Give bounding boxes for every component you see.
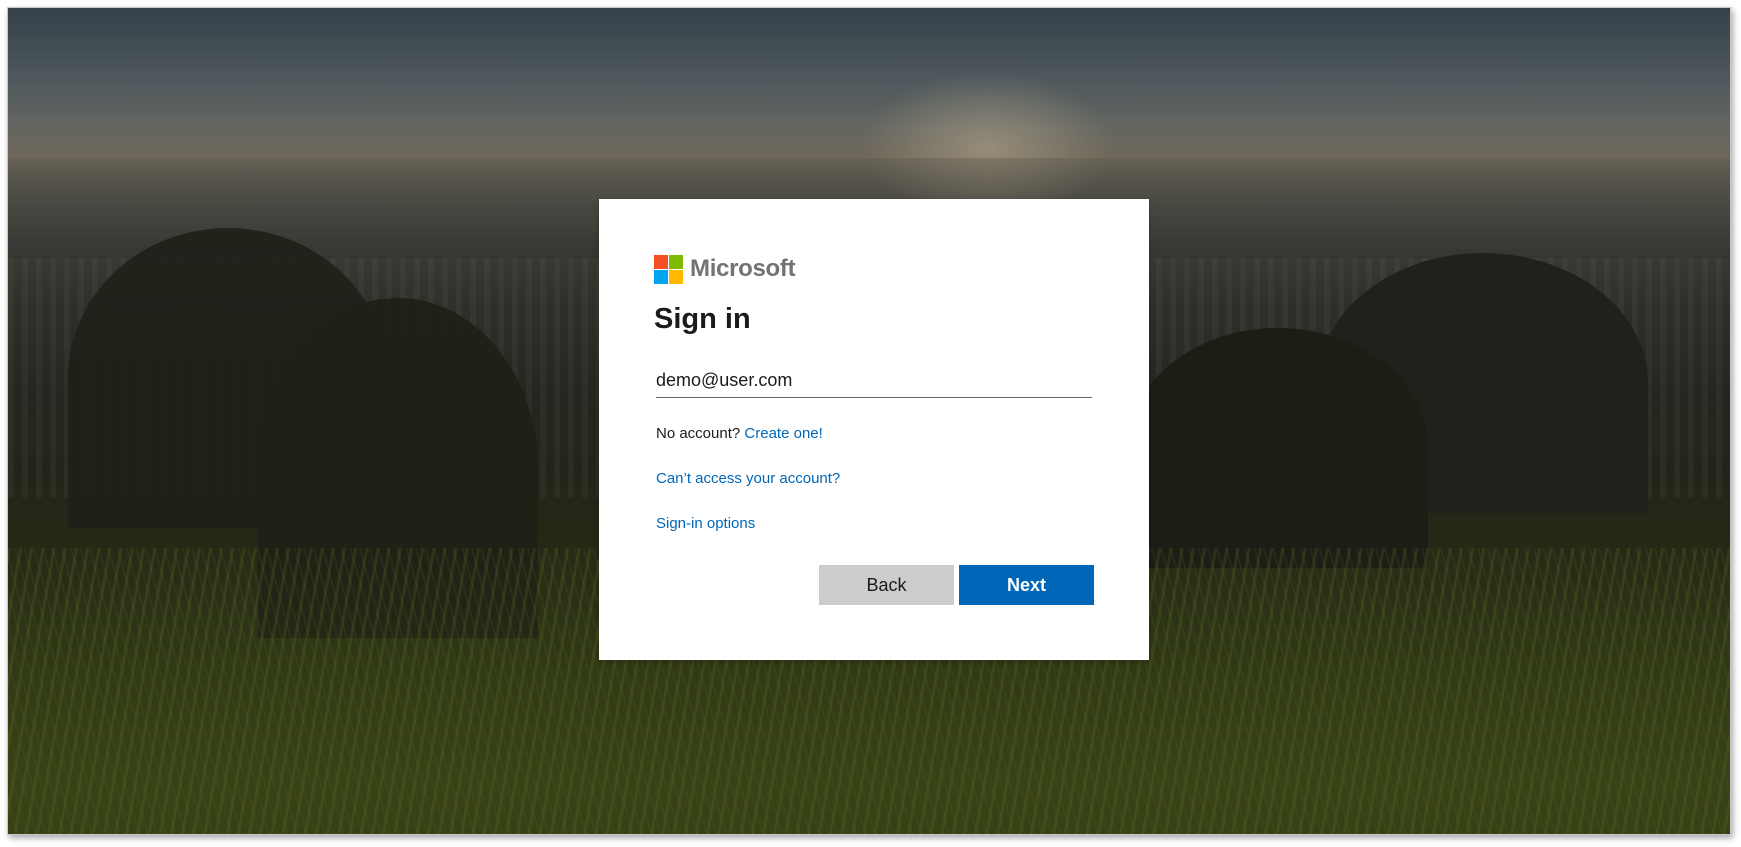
no-account-row: No account? Create one! [656,425,823,442]
logo-square-blue [654,269,668,284]
logo-text: Microsoft [690,255,796,282]
signin-card: Microsoft Sign in No account? Create one… [599,199,1149,660]
cant-access-row: Can’t access your account? [656,470,840,487]
email-field[interactable] [656,363,1092,398]
signin-options-link[interactable]: Sign-in options [656,515,755,532]
no-account-text: No account? [656,425,741,442]
page-title: Sign in [654,303,751,335]
microsoft-logo: Microsoft [654,254,796,284]
logo-square-red [654,254,668,269]
microsoft-logo-icon [654,254,683,284]
create-account-link[interactable]: Create one! [744,425,822,442]
back-button[interactable]: Back [819,565,954,605]
cant-access-link[interactable]: Can’t access your account? [656,470,840,487]
next-button[interactable]: Next [959,565,1094,605]
background-photo: Microsoft Sign in No account? Create one… [7,7,1731,835]
logo-square-yellow [669,269,683,284]
signin-options-row: Sign-in options [656,515,755,532]
logo-square-green [669,254,683,269]
